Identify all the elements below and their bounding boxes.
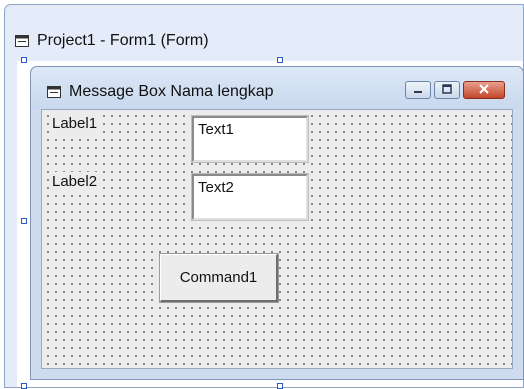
close-button[interactable]	[463, 81, 505, 99]
form-window-icon	[47, 86, 61, 98]
form-title-bar[interactable]: Message Box Nama lengkap	[31, 67, 523, 109]
form-title: Message Box Nama lengkap	[47, 83, 274, 101]
form-window-icon	[15, 35, 29, 47]
project-window-title: Project1 - Form1 (Form)	[15, 31, 209, 51]
label1[interactable]: Label1	[50, 114, 100, 134]
resize-handle-middle-left[interactable]	[21, 218, 27, 224]
form-window[interactable]: Message Box Nama lengkap Label1 Text1 La…	[30, 66, 524, 380]
close-icon	[478, 81, 490, 99]
text1-field[interactable]: Text1	[191, 115, 309, 163]
resize-handle-bottom-left[interactable]	[21, 383, 27, 389]
form-title-text: Message Box Nama lengkap	[69, 83, 274, 100]
resize-handle-top-left[interactable]	[21, 57, 27, 63]
maximize-icon	[441, 81, 453, 99]
resize-handle-top-middle[interactable]	[277, 57, 283, 63]
minimize-icon	[412, 81, 424, 99]
text2-field[interactable]: Text2	[191, 173, 309, 221]
label2[interactable]: Label2	[50, 172, 100, 192]
resize-handle-bottom-middle[interactable]	[277, 383, 283, 389]
caption-buttons	[402, 81, 505, 99]
project-window-title-text: Project1 - Form1 (Form)	[37, 32, 209, 49]
minimize-button[interactable]	[405, 81, 431, 99]
maximize-button[interactable]	[434, 81, 460, 99]
form-client-area[interactable]: Label1 Text1 Label2 Text2 Command1	[41, 109, 513, 369]
command1-button[interactable]: Command1	[159, 253, 279, 303]
